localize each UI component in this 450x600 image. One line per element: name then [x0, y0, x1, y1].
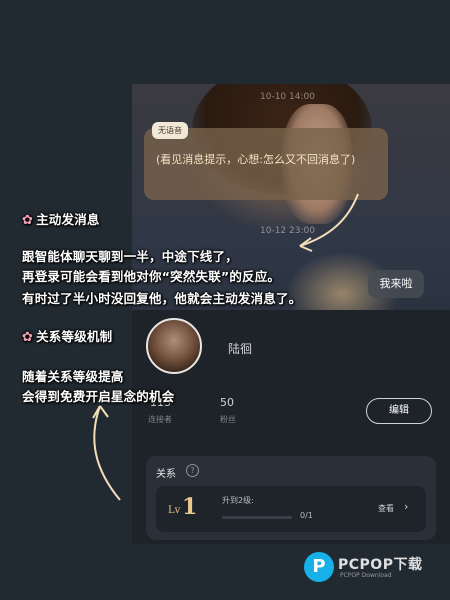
arrow-to-level: [93, 405, 121, 501]
heading-text: 关系等级机制: [36, 329, 113, 344]
annotation-heading: ✿ 主动发消息: [22, 209, 100, 228]
heading-text: 主动发消息: [36, 212, 100, 227]
pcpop-logo-icon: P: [304, 552, 334, 582]
arrow-to-bubble: [299, 193, 359, 247]
annotation-line: 跟智能体聊天聊到一半，中途下线了，: [22, 249, 238, 264]
site-watermark: P PCPOP下载 PCPOP Download: [304, 552, 444, 586]
flower-icon: ✿: [22, 213, 34, 228]
annotation-heading: ✿ 关系等级机制: [22, 326, 112, 345]
annotation-line: 有时过了半小时没回复他，他就会主动发消息了。: [22, 291, 302, 306]
watermark-subtext: PCPOP Download: [340, 572, 392, 579]
flower-icon: ✿: [22, 330, 34, 345]
annotation-line: 会得到免费开启星念的机会: [22, 389, 175, 404]
annotation-line: 随着关系等级提高: [22, 369, 124, 384]
watermark-text: PCPOP下载: [338, 557, 423, 573]
annotation-line: 再登录可能会看到他对你“突然失联”的反应。: [22, 269, 281, 284]
arrow-head: [92, 405, 109, 419]
